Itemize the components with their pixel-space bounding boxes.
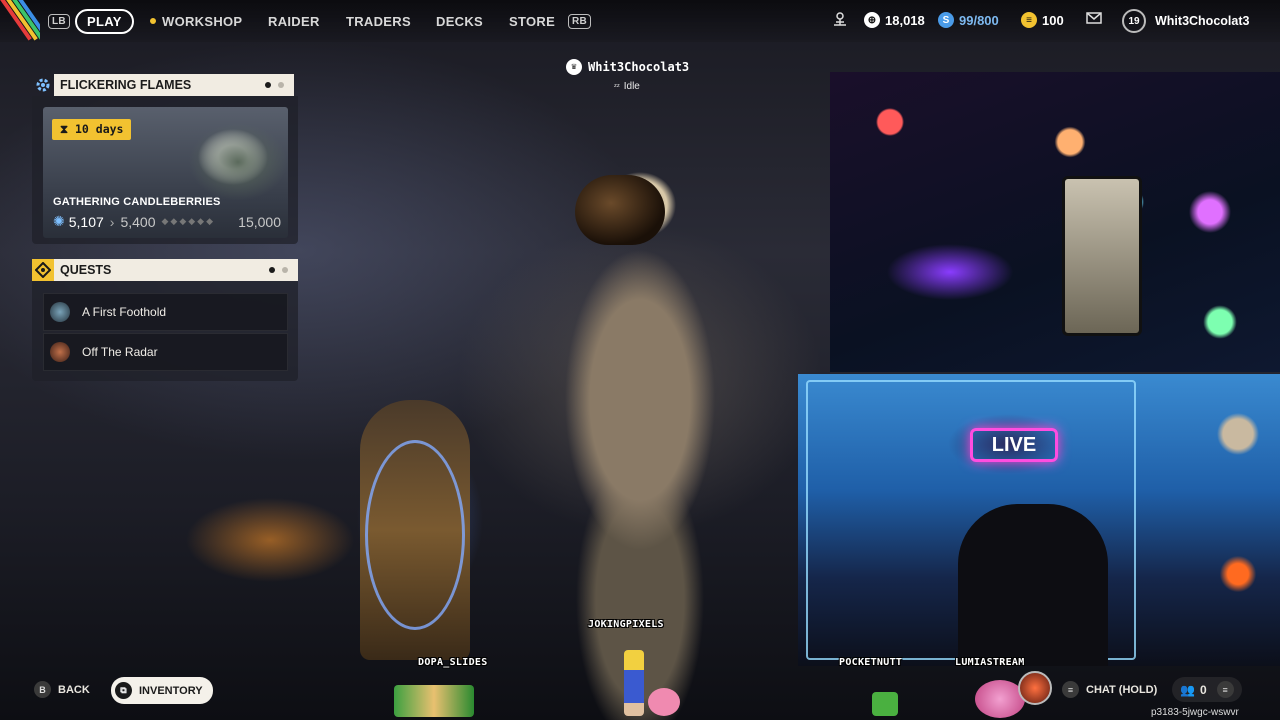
mail-icon[interactable] (1086, 12, 1102, 24)
quest-giver-avatar (50, 342, 70, 362)
event-panel-header[interactable]: FLICKERING FLAMES (32, 74, 294, 96)
viewer-tag-jokingpixels: JOKINGPIXELS (588, 619, 664, 630)
party-icon: 👥 (1180, 682, 1195, 697)
stash-capacity: S 99/800 (938, 12, 999, 28)
inventory-button[interactable]: ⧉ INVENTORY (111, 677, 213, 704)
b-key-icon: B (34, 681, 51, 698)
top-navigation-bar: LB PLAY WORKSHOP RAIDER TRADERS DECKS ST… (0, 0, 1280, 42)
viewer-tag-lumiastream: LUMIASTREAM (955, 657, 1025, 668)
tab-traders[interactable]: TRADERS (346, 9, 411, 33)
currency-coins: ⊕ 18,018 (864, 12, 925, 28)
notification-dot-icon (150, 18, 156, 24)
crown-icon: ♛ (566, 59, 582, 75)
quest-diamond-icon (32, 259, 54, 281)
page-indicator (269, 267, 288, 273)
event-card[interactable]: ⧗ 10 days GATHERING CANDLEBERRIES ✺ 5,10… (43, 107, 288, 238)
quests-title: QUESTS (54, 259, 298, 281)
tab-decks[interactable]: DECKS (436, 9, 483, 33)
stash-icon: S (938, 12, 954, 28)
viewer-sprite (872, 692, 898, 716)
viewer-sprite (394, 685, 474, 717)
username-label: Whit3Chocolat3 (1155, 14, 1250, 28)
tab-raider[interactable]: RAIDER (268, 9, 320, 33)
social-icon[interactable] (832, 12, 848, 26)
viewer-tag-dopa-slides: DOPA_SLIDES (418, 657, 488, 668)
currency-tokens: ≡ 100 (1021, 12, 1064, 28)
phone-screen (1062, 176, 1142, 336)
party-count: 0 (1199, 682, 1207, 697)
quests-panel-header[interactable]: QUESTS (32, 259, 298, 281)
quest-item[interactable]: A First Foothold (43, 293, 288, 331)
event-timer: ⧗ 10 days (52, 119, 132, 140)
page-indicator (265, 82, 284, 88)
token-icon: ≡ (1021, 12, 1037, 28)
session-code: p3183-5jwgc-wswvr (1151, 707, 1239, 718)
statue-neon-light (365, 440, 465, 630)
quest-label: Off The Radar (82, 345, 158, 359)
brand-stripes (0, 0, 40, 42)
back-label: BACK (58, 683, 90, 696)
player-nameplate: ♛ Whit3Chocolat3 (566, 59, 689, 75)
progress-max: 15,000 (238, 213, 281, 230)
webcam-streamer-view: LIVE (798, 374, 1280, 666)
event-progress: ✺ 5,107 › 5,400 ◆◆◆◆◆◆ 15,000 (53, 213, 281, 230)
chat-label: CHAT (HOLD) (1086, 683, 1158, 696)
profile-button[interactable]: 19 Whit3Chocolat3 (1122, 9, 1249, 33)
quest-item[interactable]: Off The Radar (43, 333, 288, 371)
sleep-icon: ᶻᶻ (614, 82, 620, 91)
chat-button[interactable]: ≡ CHAT (HOLD) (1062, 681, 1157, 698)
tab-play[interactable]: PLAY (75, 8, 134, 34)
gear-icon (32, 74, 54, 96)
event-card-title: GATHERING CANDLEBERRIES (53, 196, 221, 208)
progress-current: 5,107 (68, 213, 104, 230)
progress-next: 5,400 (120, 213, 156, 230)
view-button-icon: ⧉ (115, 682, 132, 699)
tab-store[interactable]: STORE (509, 9, 555, 33)
coin-icon: ⊕ (864, 12, 880, 28)
viewer-avatar (1018, 671, 1052, 705)
event-title: FLICKERING FLAMES (54, 74, 294, 96)
live-neon-sign: LIVE (970, 428, 1058, 462)
chevron-right-icon: › (109, 213, 115, 230)
quest-label: A First Foothold (82, 305, 167, 319)
gaming-chair (958, 504, 1108, 666)
lb-bumper-hint: LB (48, 9, 70, 33)
viewer-sprite (624, 650, 644, 716)
progress-diamonds: ◆◆◆◆◆◆ (161, 216, 216, 226)
party-button[interactable]: 👥 0 ≡ (1172, 677, 1242, 702)
viewer-tag-pocketnutt: POCKETNUTT (839, 657, 903, 668)
rb-bumper-hint: RB (568, 9, 592, 33)
player-status: ᶻᶻ Idle (614, 81, 640, 92)
level-badge: 19 (1122, 9, 1146, 33)
menu-key-icon: ≡ (1062, 681, 1079, 698)
viewer-sprite (648, 688, 680, 716)
webcam-setup-view (830, 72, 1280, 372)
gear-small-icon: ✺ (53, 213, 65, 229)
hourglass-icon: ⧗ (60, 122, 75, 136)
character-helmet-visor (575, 175, 665, 245)
inventory-label: INVENTORY (139, 684, 203, 697)
tab-workshop[interactable]: WORKSHOP (150, 9, 242, 33)
quest-giver-avatar (50, 302, 70, 322)
options-icon: ≡ (1216, 681, 1234, 698)
back-button[interactable]: B BACK (34, 681, 90, 698)
